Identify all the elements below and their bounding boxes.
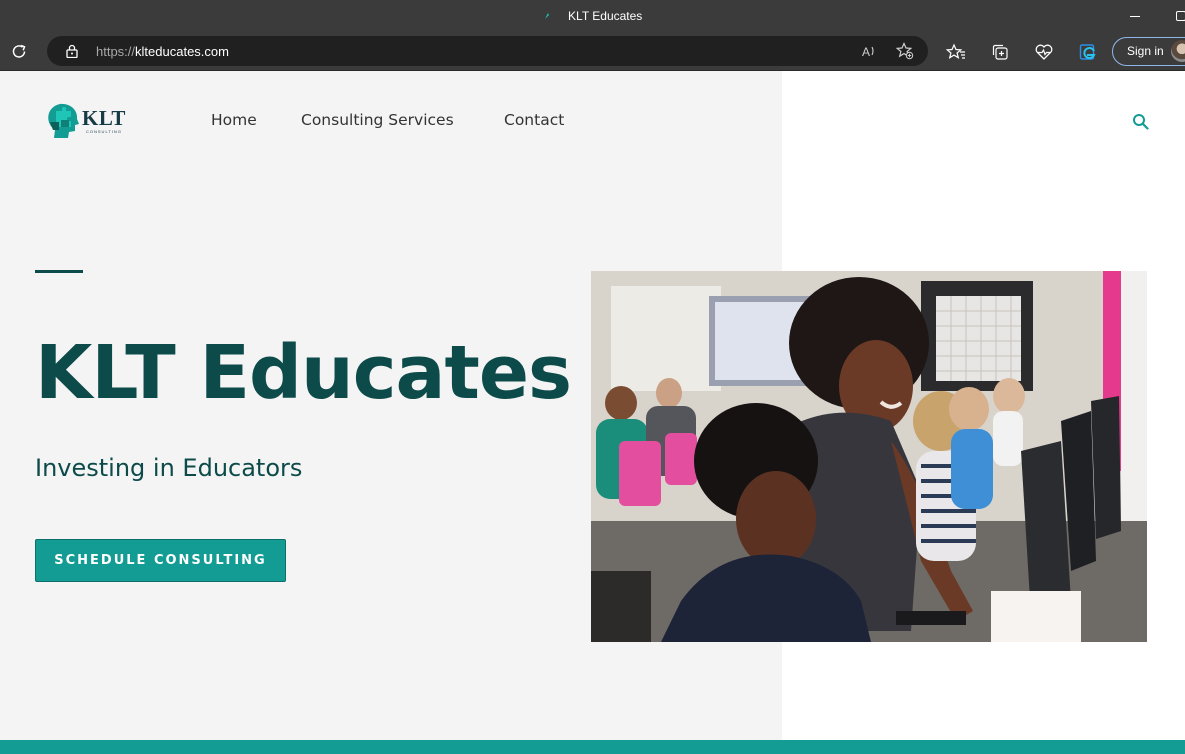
nav-link-contact[interactable]: Contact: [504, 111, 564, 129]
nav-link-consulting-services[interactable]: Consulting Services: [301, 111, 454, 129]
refresh-icon[interactable]: [9, 42, 29, 62]
collections-icon[interactable]: [990, 42, 1010, 62]
minimize-icon[interactable]: [1130, 16, 1140, 17]
favorites-icon[interactable]: [946, 42, 966, 62]
footer-band: [0, 740, 1185, 754]
tab-title: KLT Educates: [568, 9, 643, 23]
search-icon[interactable]: [1132, 113, 1150, 131]
read-aloud-icon[interactable]: A: [859, 41, 879, 61]
browser-essentials-icon[interactable]: [1034, 42, 1054, 62]
head-puzzle-logo-icon: [48, 103, 79, 138]
maximize-icon[interactable]: [1176, 11, 1185, 21]
schedule-consulting-button[interactable]: SCHEDULE CONSULTING: [35, 539, 286, 582]
address-bar[interactable]: https://klteducates.com A: [47, 36, 928, 66]
site-logo[interactable]: KLT CONSULTING: [46, 102, 130, 140]
hero-accent-line: [35, 270, 83, 273]
classroom-photo-illustration: [591, 271, 1147, 642]
hero-title: KLT Educates: [35, 330, 572, 416]
tab-title-area: KLT Educates: [0, 9, 1185, 23]
add-favorite-icon[interactable]: [895, 41, 915, 61]
nav-link-home[interactable]: Home: [211, 111, 257, 129]
web-page: KLT CONSULTING Home Consulting Services …: [0, 71, 1185, 754]
logo-wordmark: KLT: [82, 106, 126, 130]
hero-classroom-photo: [591, 271, 1147, 642]
edge-icon[interactable]: [1078, 42, 1098, 62]
browser-toolbar: https://klteducates.com A Sign in: [0, 33, 1185, 71]
logo-subtext: CONSULTING: [86, 129, 122, 134]
site-favicon-icon: [544, 13, 549, 19]
browser-title-bar: KLT Educates: [0, 0, 1185, 33]
svg-text:A: A: [862, 45, 870, 59]
lock-icon[interactable]: [66, 44, 78, 58]
url-text[interactable]: https://klteducates.com: [96, 44, 229, 59]
hero-subtitle: Investing in Educators: [35, 454, 303, 482]
